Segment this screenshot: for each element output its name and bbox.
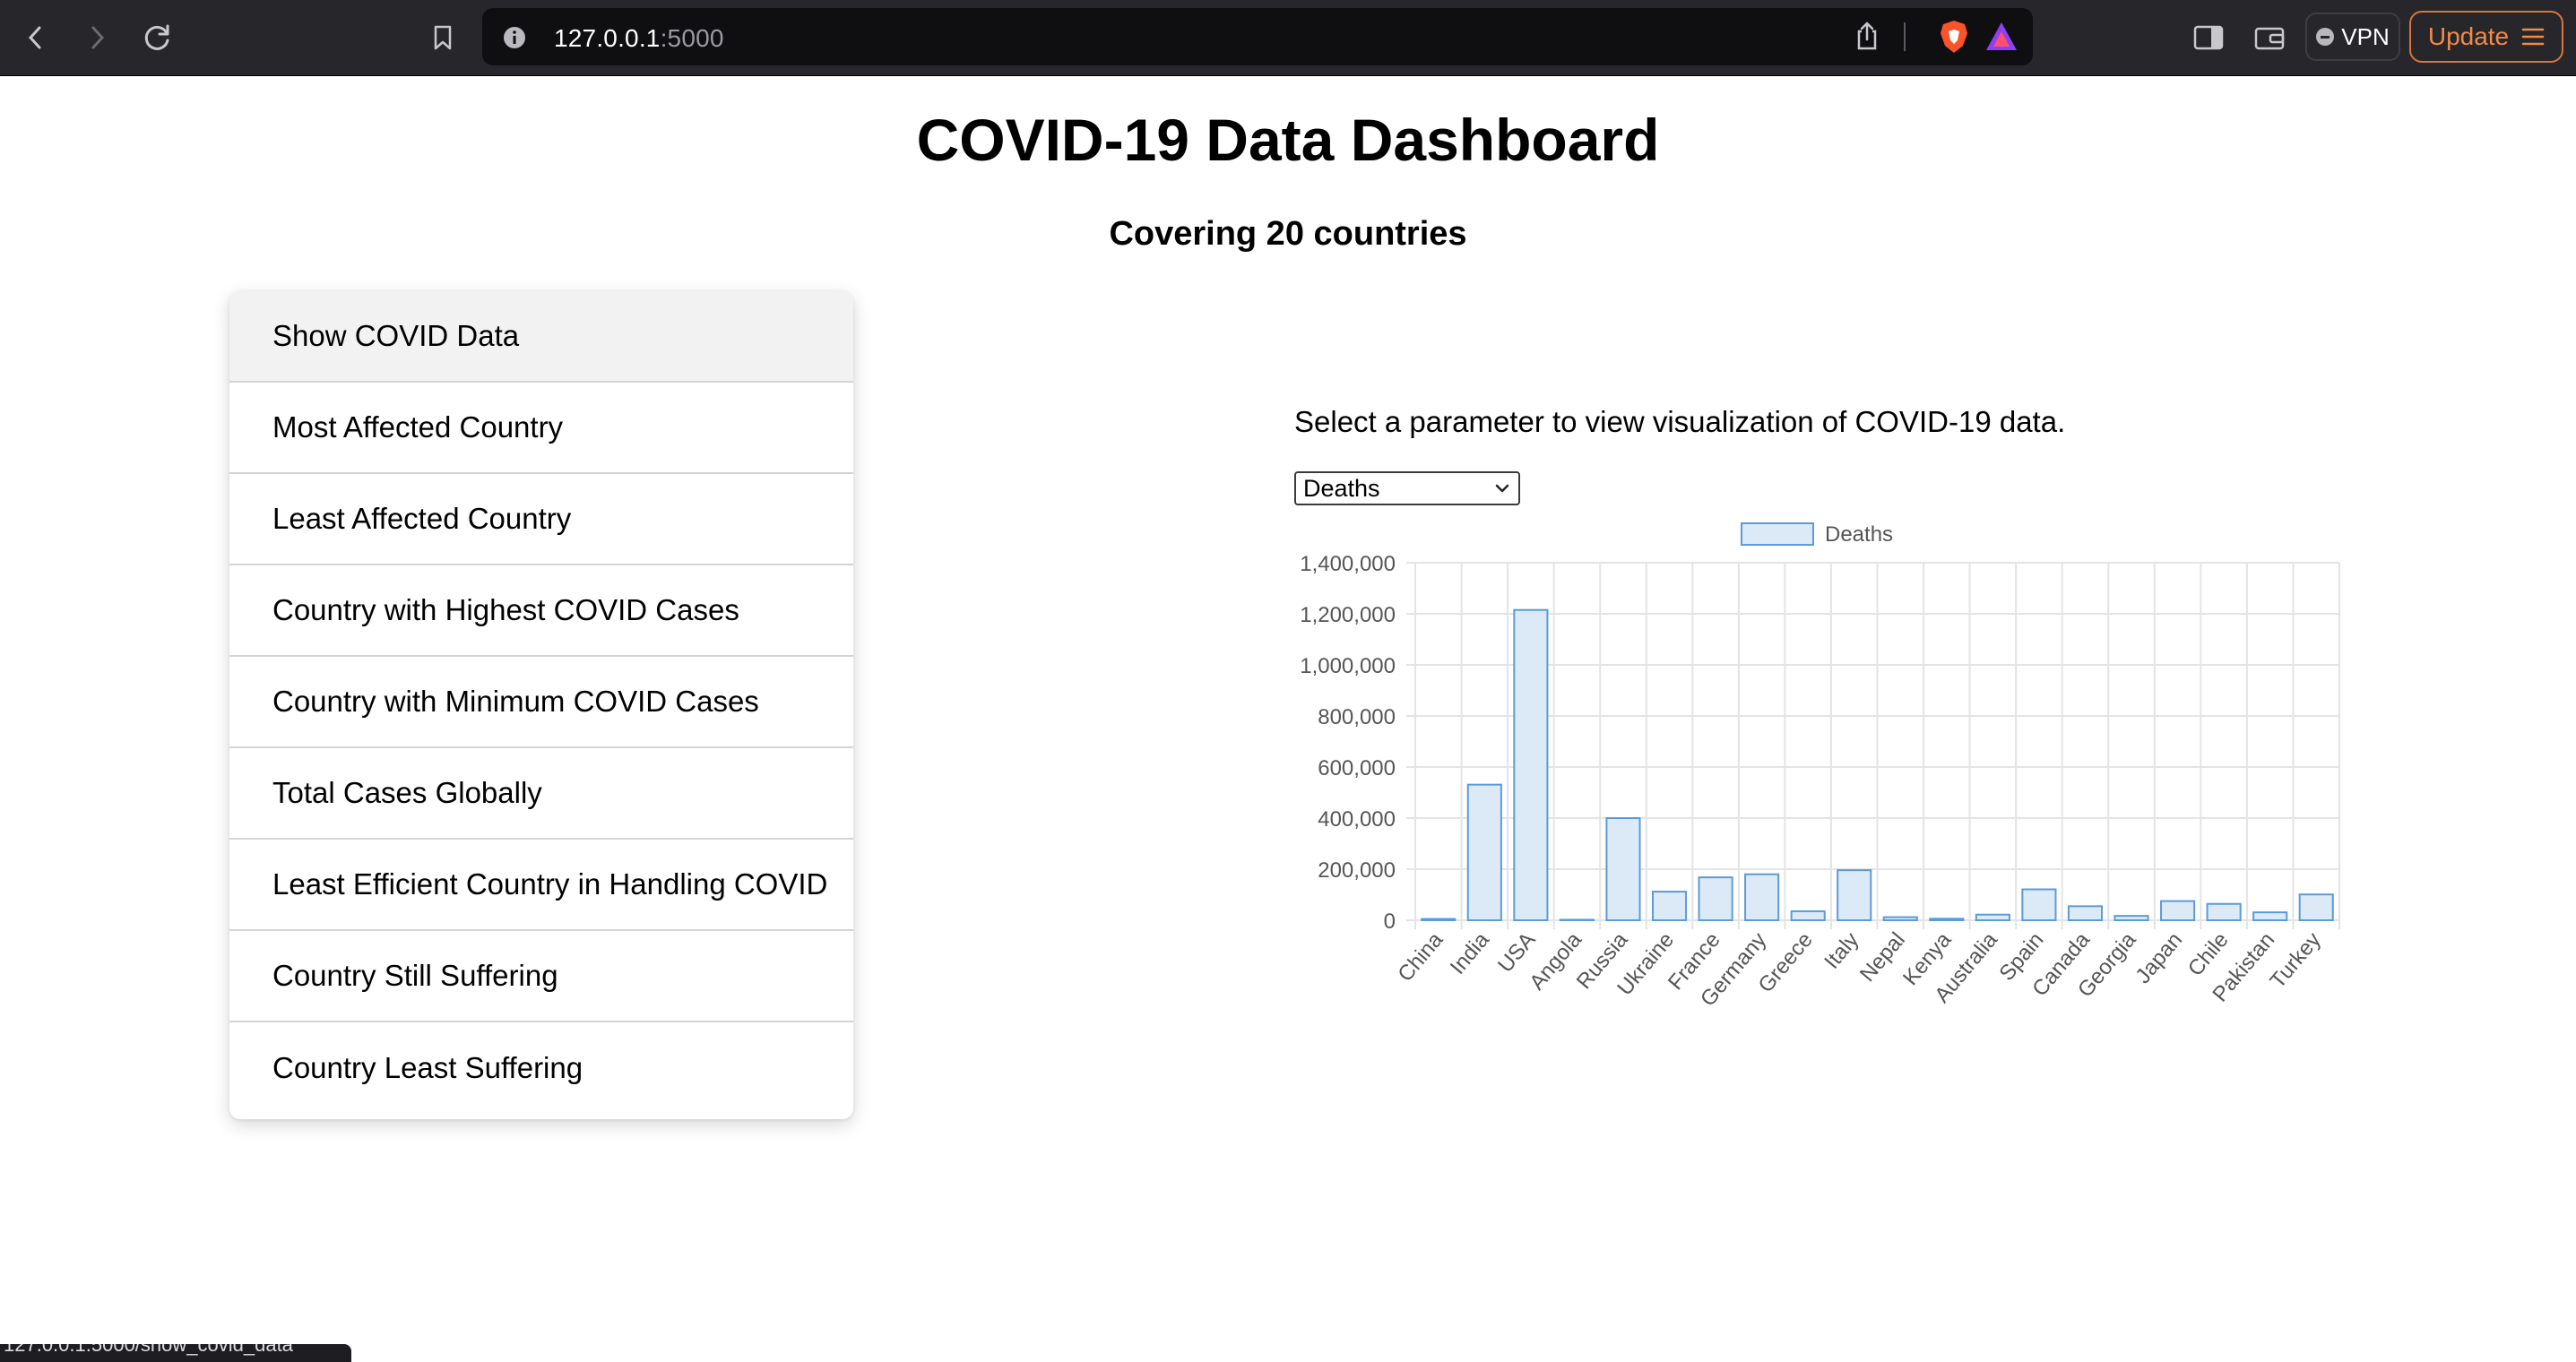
bar-australia <box>1975 913 2010 921</box>
bar-ukraine <box>1651 891 1688 922</box>
y-tick-label: 400,000 <box>1318 807 1396 832</box>
x-tick-label: Angola <box>1525 927 1586 995</box>
x-tick-label: Japan <box>2131 928 2187 988</box>
bar-kenya <box>1929 918 1965 922</box>
y-tick-label: 600,000 <box>1318 756 1396 780</box>
y-tick-label: 1,200,000 <box>1300 603 1396 627</box>
deaths-bar-chart: 0 200,000 400,000 600,000 800,000 1,000,000 1,… <box>1300 522 2340 1011</box>
x-tick-label: India <box>1446 927 1495 979</box>
bar-spain <box>2021 888 2057 922</box>
bar-turkey <box>2298 893 2334 922</box>
bar-chile <box>2206 902 2242 922</box>
bar-nepal <box>1882 916 1918 922</box>
y-tick-label: 200,000 <box>1318 858 1396 883</box>
x-tick-label: China <box>1393 927 1448 987</box>
bar-russia <box>1605 817 1641 921</box>
bar-usa <box>1513 608 1549 921</box>
bar-france <box>1698 876 1733 921</box>
y-tick-label: 1,400,000 <box>1300 552 1396 576</box>
y-tick-label: 800,000 <box>1318 705 1396 729</box>
legend-swatch <box>1741 522 1814 546</box>
bar-angola <box>1559 918 1595 922</box>
y-tick-label: 1,000,000 <box>1300 654 1396 678</box>
bar-canada <box>2067 905 2104 922</box>
bar-greece <box>1790 910 1826 922</box>
bar-pakistan <box>2252 911 2288 921</box>
x-tick-label: Italy <box>1820 928 1863 974</box>
bar-japan <box>2160 900 2196 921</box>
status-bar: 127.0.0.1:5000/show_covid_data <box>0 1344 351 1362</box>
x-tick-label: Turkey <box>2266 928 2326 994</box>
status-url: 127.0.0.1:5000/show_covid_data <box>4 1344 293 1356</box>
bar-germany <box>1744 873 1780 922</box>
y-tick-label: 0 <box>1384 909 1396 934</box>
legend-label: Deaths <box>1825 522 1893 547</box>
bar-india <box>1466 783 1502 921</box>
bar-italy <box>1837 869 1872 922</box>
bar-china <box>1421 918 1457 921</box>
bar-georgia <box>2114 915 2149 922</box>
